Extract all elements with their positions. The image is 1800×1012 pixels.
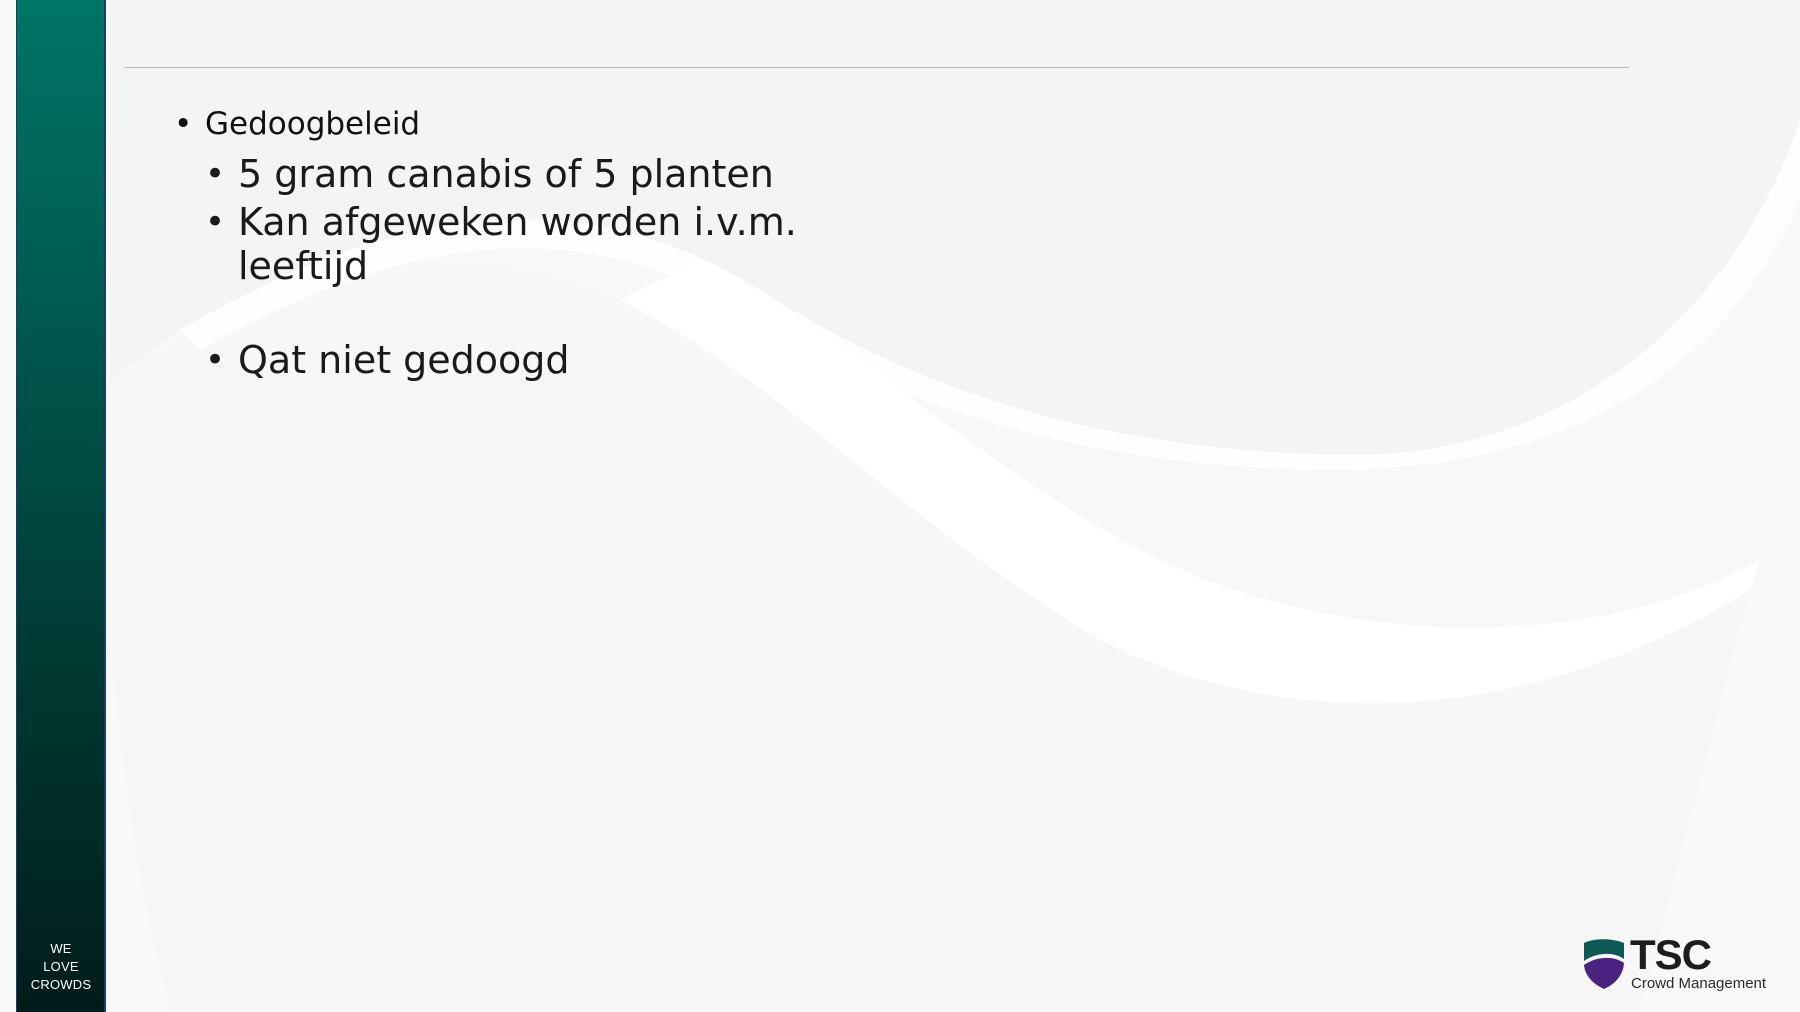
list-item: • Qat niet gedoogd (205, 338, 872, 382)
list-item: • Kan afgeweken worden i.v.m. leeftijd (205, 200, 872, 288)
bullet-dot-icon: • (205, 340, 226, 380)
shield-icon (1584, 939, 1624, 989)
tsc-logo: TSC Crowd Management (1583, 931, 1773, 993)
sidebar-band: WE LOVE CROWDS (16, 0, 106, 1012)
sub-bullet-text: Qat niet gedoogd (238, 338, 570, 382)
tagline-line-2: LOVE (43, 959, 79, 974)
list-item: • Gedoogbeleid • 5 gram canabis of 5 pla… (172, 100, 872, 382)
tagline-line-3: CROWDS (30, 977, 92, 992)
logo-subtitle: Crowd Management (1631, 975, 1767, 992)
sidebar-tagline: WE LOVE CROWDS (17, 940, 105, 994)
bullet-dot-icon: • (174, 106, 193, 142)
sub-bullet-text: Kan afgeweken worden i.v.m. leeftijd (238, 200, 797, 288)
logo-name: TSC (1630, 931, 1712, 978)
bullet-list: • Gedoogbeleid • 5 gram canabis of 5 pla… (172, 100, 872, 382)
list-item: • 5 gram canabis of 5 planten (205, 152, 872, 196)
tagline-line-1: WE (50, 941, 72, 956)
sub-bullet-text: 5 gram canabis of 5 planten (238, 152, 774, 196)
bullet-content: • Gedoogbeleid • 5 gram canabis of 5 pla… (172, 100, 872, 382)
bullet-dot-icon: • (205, 202, 226, 242)
sub-bullet-list: • 5 gram canabis of 5 planten • Kan afge… (205, 152, 872, 382)
bullet-heading: Gedoogbeleid (205, 106, 421, 142)
bullet-dot-icon: • (205, 154, 226, 194)
title-divider (124, 67, 1629, 68)
slide: WE LOVE CROWDS • Gedoogbeleid • 5 gram c… (0, 0, 1800, 1012)
